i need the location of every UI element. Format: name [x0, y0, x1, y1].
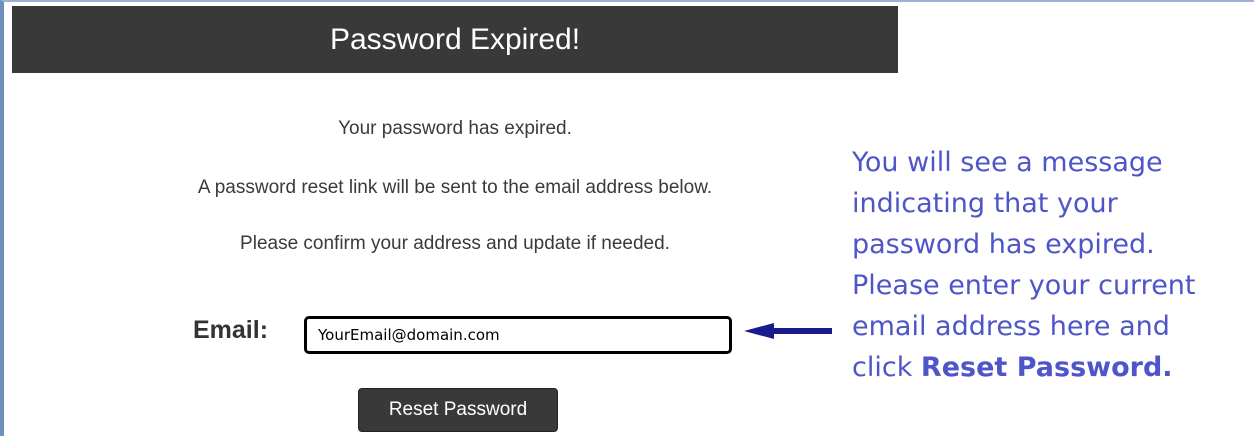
email-field[interactable] — [304, 316, 732, 354]
page-title: Password Expired! — [329, 22, 581, 56]
callout-click-text: click — [852, 352, 921, 383]
email-label: Email: — [193, 316, 269, 344]
callout-line: Please enter your current — [852, 270, 1196, 301]
confirm-address-message: Please confirm your address and update i… — [240, 233, 670, 254]
callout-line: You will see a message — [852, 147, 1163, 178]
reset-link-message: A password reset link will be sent to th… — [197, 177, 713, 198]
instruction-callout: You will see a message indicating that y… — [852, 142, 1252, 388]
callout-reset-password-text: Reset Password. — [920, 352, 1173, 383]
callout-line: email address here and — [852, 311, 1170, 342]
reset-password-button[interactable]: Reset Password — [358, 388, 558, 432]
dialog-frame: Password Expired! Your password has expi… — [0, 0, 1254, 436]
callout-line-last: click Reset Password. — [852, 347, 1252, 388]
expired-message: Your password has expired. — [338, 118, 572, 139]
arrow-left-icon — [744, 323, 832, 339]
callout-line: indicating that your — [852, 188, 1118, 219]
header-bar: Password Expired! — [12, 6, 898, 73]
callout-line: password has expired. — [852, 229, 1155, 260]
